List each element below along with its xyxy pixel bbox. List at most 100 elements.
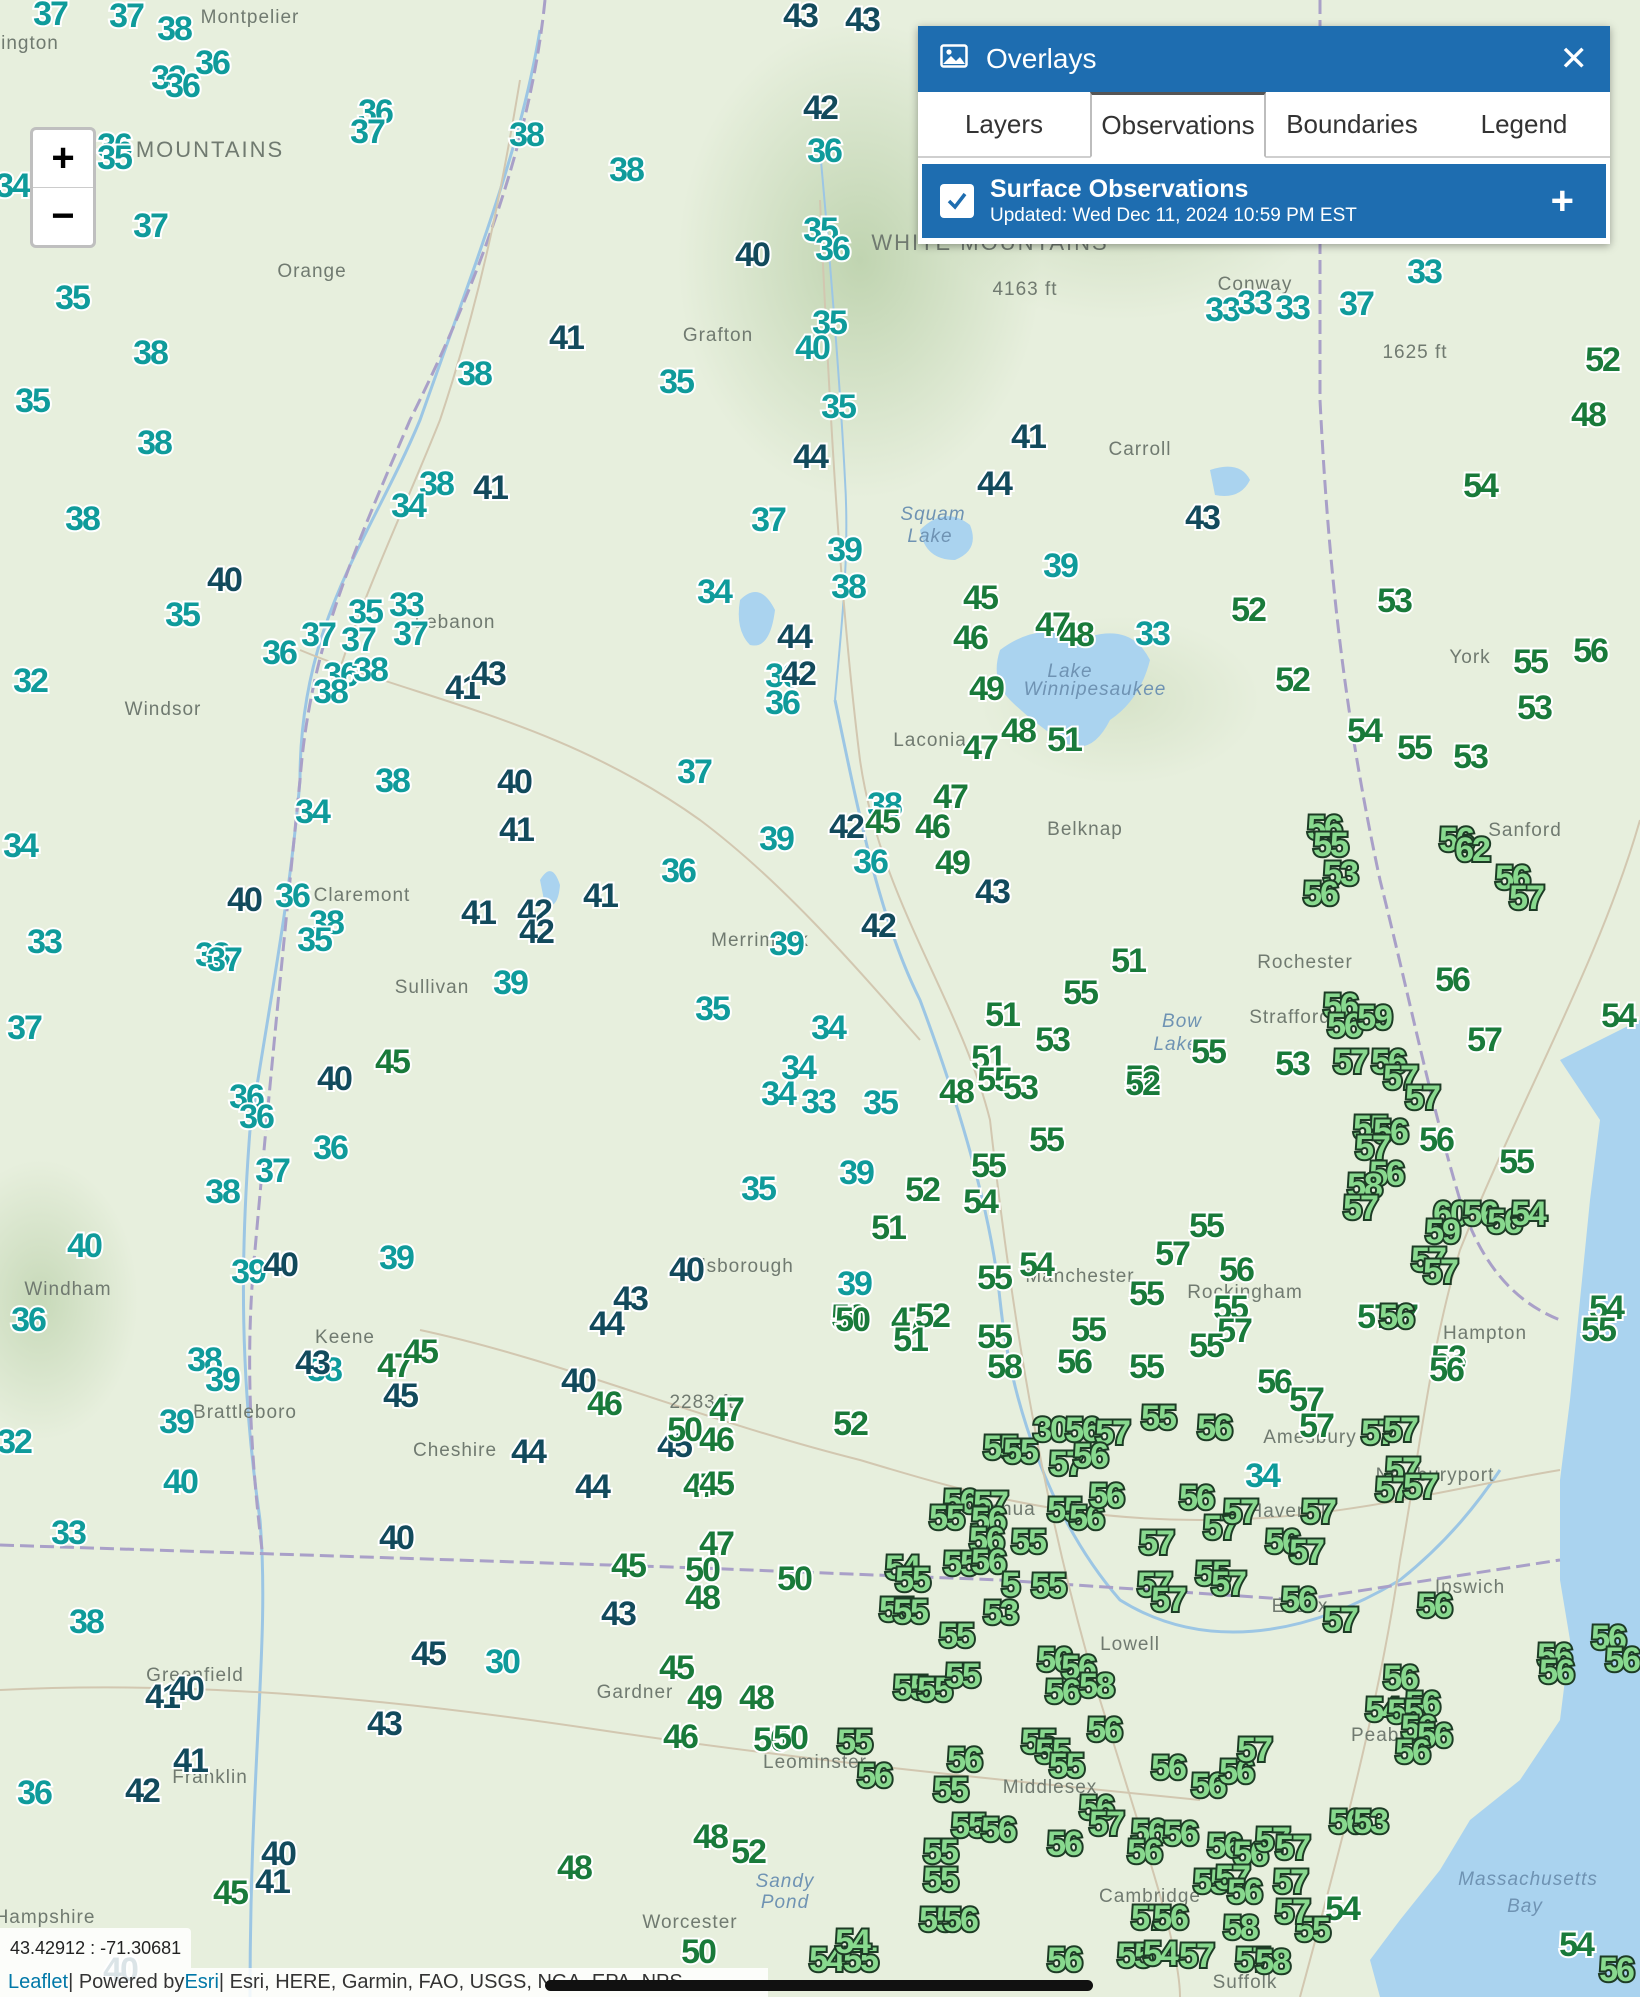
- temperature-observation[interactable]: 43: [843, 1, 883, 39]
- temperature-observation[interactable]: 40: [161, 1463, 201, 1501]
- temperature-observation[interactable]: 41: [459, 894, 499, 932]
- temperature-observation[interactable]: 56: [1415, 1587, 1455, 1625]
- temperature-observation[interactable]: 58: [1253, 1943, 1293, 1981]
- temperature-observation[interactable]: 41: [547, 319, 587, 357]
- temperature-observation[interactable]: 57: [1297, 1407, 1337, 1445]
- temperature-observation[interactable]: 55: [1189, 1033, 1229, 1071]
- temperature-observation[interactable]: 55: [1497, 1143, 1537, 1181]
- temperature-observation[interactable]: 57: [1273, 1893, 1313, 1931]
- temperature-observation[interactable]: 56: [1085, 1711, 1125, 1749]
- temperature-observation[interactable]: 57: [1507, 879, 1547, 917]
- temperature-observation[interactable]: 54: [1557, 1926, 1597, 1964]
- temperature-observation[interactable]: 55: [1511, 643, 1551, 681]
- temperature-observation[interactable]: 55: [1187, 1207, 1227, 1245]
- temperature-observation[interactable]: 37: [205, 941, 245, 979]
- temperature-observation[interactable]: 40: [205, 561, 245, 599]
- temperature-observation[interactable]: 32: [11, 662, 51, 700]
- temperature-observation[interactable]: 45: [373, 1043, 413, 1081]
- temperature-observation[interactable]: 35: [693, 990, 733, 1028]
- temperature-observation[interactable]: 49: [685, 1679, 725, 1717]
- temperature-observation[interactable]: 50: [833, 1301, 873, 1339]
- temperature-observation[interactable]: 53: [981, 1594, 1021, 1632]
- map-canvas[interactable]: Montpelier ington MOUNTAINS Orange Grafton WH…: [0, 0, 1640, 1997]
- temperature-observation[interactable]: 37: [749, 501, 789, 539]
- temperature-observation[interactable]: 40: [377, 1519, 417, 1557]
- temperature-observation[interactable]: 50: [771, 1719, 811, 1757]
- temperature-observation[interactable]: 57: [1421, 1253, 1461, 1291]
- temperature-observation[interactable]: 36: [273, 877, 313, 915]
- temperature-observation[interactable]: 32: [0, 1423, 35, 1461]
- layer-item-surface-observations[interactable]: Surface Observations Updated: Wed Dec 11…: [922, 164, 1606, 238]
- temperature-observation[interactable]: 51: [1109, 942, 1149, 980]
- temperature-observation[interactable]: 56: [1045, 1941, 1085, 1979]
- temperature-observation[interactable]: 34: [293, 793, 333, 831]
- temperature-observation[interactable]: 57: [1221, 1493, 1261, 1531]
- temperature-observation[interactable]: 43: [365, 1705, 405, 1743]
- temperature-observation[interactable]: 38: [455, 355, 495, 393]
- temperature-observation[interactable]: 52: [1273, 661, 1313, 699]
- temperature-observation[interactable]: 56: [1071, 1437, 1111, 1475]
- temperature-observation[interactable]: 56: [1603, 1641, 1640, 1679]
- temperature-observation[interactable]: 41: [471, 469, 511, 507]
- temperature-observation[interactable]: 56: [1217, 1251, 1257, 1289]
- temperature-observation[interactable]: 42: [801, 89, 841, 127]
- temperature-observation[interactable]: 56: [1377, 1298, 1417, 1336]
- temperature-observation[interactable]: 57: [1153, 1235, 1193, 1273]
- temperature-observation[interactable]: 56: [1087, 1477, 1127, 1515]
- temperature-observation[interactable]: 39: [1041, 547, 1081, 585]
- temperature-observation[interactable]: 45: [401, 1333, 441, 1371]
- temperature-observation[interactable]: 45: [211, 1874, 251, 1912]
- temperature-observation[interactable]: 46: [951, 619, 991, 657]
- temperature-observation[interactable]: 44: [791, 438, 831, 476]
- temperature-observation[interactable]: 38: [67, 1603, 107, 1641]
- temperature-observation[interactable]: 50: [679, 1933, 719, 1971]
- temperature-observation[interactable]: 55: [943, 1657, 983, 1695]
- temperature-observation[interactable]: 38: [829, 568, 869, 606]
- zoom-out-button[interactable]: −: [33, 187, 93, 245]
- temperature-observation[interactable]: 37: [1337, 285, 1377, 323]
- temperature-observation[interactable]: 46: [585, 1385, 625, 1423]
- temperature-observation[interactable]: 54: [961, 1183, 1001, 1221]
- expand-icon[interactable]: +: [1551, 179, 1574, 224]
- temperature-observation[interactable]: 46: [913, 808, 953, 846]
- temperature-observation[interactable]: 56: [1417, 1121, 1457, 1159]
- temperature-observation[interactable]: 44: [775, 618, 815, 656]
- temperature-observation[interactable]: 38: [311, 673, 351, 711]
- temperature-observation[interactable]: 55: [1187, 1327, 1227, 1365]
- temperature-observation[interactable]: 33: [1273, 289, 1313, 327]
- temperature-observation[interactable]: 56: [1393, 1733, 1433, 1771]
- temperature-observation[interactable]: 54: [1017, 1246, 1057, 1284]
- temperature-observation[interactable]: 35: [53, 279, 93, 317]
- temperature-observation[interactable]: 36: [260, 634, 300, 672]
- temperature-observation[interactable]: 43: [599, 1595, 639, 1633]
- temperature-observation[interactable]: 57: [1299, 1493, 1339, 1531]
- temperature-observation[interactable]: 39: [835, 1265, 875, 1303]
- temperature-observation[interactable]: 49: [967, 670, 1007, 708]
- temperature-observation[interactable]: 46: [697, 1421, 737, 1459]
- temperature-observation[interactable]: 33: [799, 1083, 839, 1121]
- temperature-observation[interactable]: 55: [1579, 1311, 1619, 1349]
- temperature-observation[interactable]: 55: [1047, 1747, 1087, 1785]
- temperature-observation[interactable]: 33: [1405, 253, 1445, 291]
- temperature-observation[interactable]: 34: [1, 827, 41, 865]
- temperature-observation[interactable]: 55: [1009, 1523, 1049, 1561]
- temperature-observation[interactable]: 57: [1149, 1581, 1189, 1619]
- temperature-observation[interactable]: 35: [95, 139, 135, 177]
- temperature-observation[interactable]: 56: [1537, 1653, 1577, 1691]
- temperature-observation[interactable]: 35: [657, 363, 697, 401]
- temperature-observation[interactable]: 33: [25, 923, 65, 961]
- temperature-observation[interactable]: 40: [315, 1060, 355, 1098]
- temperature-observation[interactable]: 36: [163, 67, 203, 105]
- temperature-observation[interactable]: 56: [1045, 1825, 1085, 1863]
- temperature-observation[interactable]: 52: [1123, 1065, 1163, 1103]
- temperature-observation[interactable]: 35: [163, 596, 203, 634]
- temperature-observation[interactable]: 57: [1273, 1829, 1313, 1867]
- temperature-observation[interactable]: 55: [835, 1723, 875, 1761]
- temperature-observation[interactable]: 36: [15, 1774, 55, 1812]
- temperature-observation[interactable]: 56: [1571, 632, 1611, 670]
- temperature-observation[interactable]: 57: [1235, 1731, 1275, 1769]
- temperature-observation[interactable]: 57: [1137, 1524, 1177, 1562]
- temperature-observation[interactable]: 38: [351, 651, 391, 689]
- temperature-observation[interactable]: 58: [1077, 1667, 1117, 1705]
- temperature-observation[interactable]: 42: [517, 913, 557, 951]
